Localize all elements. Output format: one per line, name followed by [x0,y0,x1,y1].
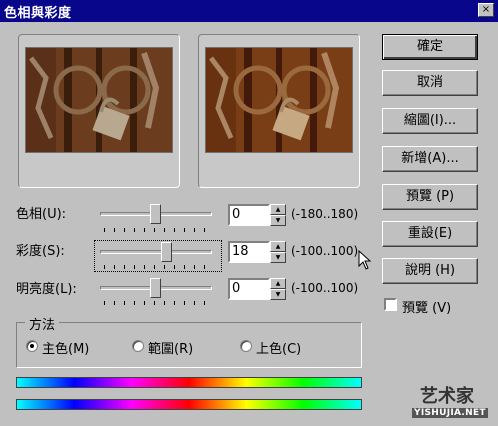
radio-range[interactable] [132,340,144,352]
adjusted-color-bar [16,399,362,410]
saturation-slider-thumb[interactable] [161,242,172,262]
hue-label: 色相(U): [16,207,67,222]
saturation-range: (-100..100) [291,244,359,258]
hue-slider-ticks [104,228,210,232]
saturation-label: 彩度(S): [16,244,65,259]
hue-input[interactable]: 0 [228,204,270,226]
result-image [205,47,353,153]
saturation-slider-track[interactable] [100,250,212,254]
lightness-range: (-100..100) [291,281,359,295]
saturation-spinner[interactable]: ▲ ▼ [270,241,286,263]
mouse-cursor-icon [358,250,372,270]
hue-spin-up-icon[interactable]: ▲ [270,204,286,215]
hue-spinner[interactable]: ▲ ▼ [270,204,286,226]
radio-master-label: 主色(M) [42,342,90,357]
saturation-slider-ticks [104,265,210,269]
lightness-input[interactable]: 0 [228,278,270,300]
lightness-slider-thumb[interactable] [150,278,161,298]
window-title: 色相與彩度 [4,6,72,21]
preview-checkbox[interactable] [384,298,397,311]
new-button[interactable]: 新增(A)... [382,146,478,172]
watermark: 艺术家 YISHUJIA.NET [412,382,496,422]
lightness-label: 明亮度(L): [16,282,77,297]
preview-checkbox-label: 預覽 (V) [402,301,452,316]
hue-spin-down-icon[interactable]: ▼ [270,215,286,226]
hue-range: (-180..180) [291,207,359,221]
saturation-spin-up-icon[interactable]: ▲ [270,241,286,252]
cancel-button[interactable]: 取消 [382,70,478,96]
reset-button[interactable]: 重設(E) [382,221,478,247]
lightness-slider-ticks [104,301,210,305]
original-image [25,47,173,153]
lightness-spinner[interactable]: ▲ ▼ [270,278,286,300]
title-bar: 色相與彩度 × [0,0,498,22]
method-group-title: 方法 [25,314,60,333]
radio-master[interactable] [26,340,38,352]
ok-button[interactable]: 確定 [382,34,478,60]
watermark-logo: 艺术家 [420,386,474,407]
lightness-spin-down-icon[interactable]: ▼ [270,289,286,300]
saturation-spin-down-icon[interactable]: ▼ [270,252,286,263]
radio-colorize-label: 上色(C) [256,342,302,357]
lightness-spin-up-icon[interactable]: ▲ [270,278,286,289]
result-preview [198,34,360,188]
hue-slider-thumb[interactable] [150,204,161,224]
original-preview [18,34,180,188]
original-color-bar [16,377,362,388]
zoom-button[interactable]: 縮圖(I)... [382,108,478,134]
help-button[interactable]: 說明 (H) [382,258,478,284]
radio-colorize[interactable] [240,340,252,352]
preview-button[interactable]: 預覽 (P) [382,184,478,210]
watermark-url: YISHUJIA.NET [412,408,488,418]
radio-range-label: 範圍(R) [148,342,194,357]
close-button[interactable]: × [478,3,494,17]
saturation-input[interactable]: 18 [228,241,270,263]
